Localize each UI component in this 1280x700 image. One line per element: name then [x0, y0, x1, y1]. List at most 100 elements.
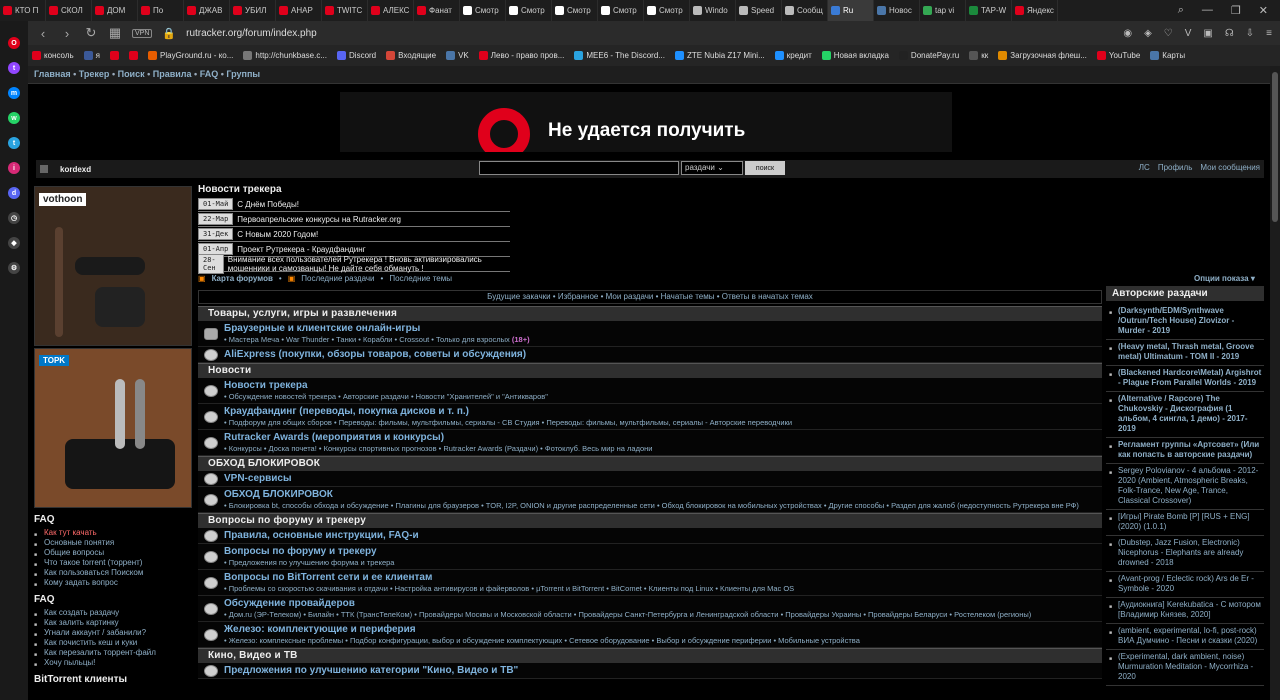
browser-tab[interactable]: ДОМ	[92, 0, 138, 21]
faq-link[interactable]: Как почистить кеш и куки	[34, 638, 194, 650]
bookmark-item[interactable]: VK	[446, 51, 469, 60]
back-icon[interactable]: ‹	[36, 26, 50, 41]
subforum-list[interactable]: • Железо: комплексные проблемы • Подбор …	[224, 636, 860, 645]
latest-releases-link[interactable]: Последние раздачи	[301, 274, 374, 283]
browser-tab[interactable]: Смотр	[506, 0, 552, 21]
subforum-list[interactable]: • Обсуждение новостей трекера • Авторски…	[224, 392, 548, 401]
discord-icon[interactable]: d	[8, 187, 20, 199]
author-release-link[interactable]: [Аудиокнига] Kerekubatica - С мотором [В…	[1106, 598, 1264, 624]
forum-title-link[interactable]: Rutracker Awards (мероприятия и конкурсы…	[224, 431, 1102, 444]
author-release-link[interactable]: Sergey Polovianov - 4 альбома - 2012-202…	[1106, 464, 1264, 510]
subforum-list[interactable]: • Проблемы со скоростью скачивания и отд…	[224, 584, 794, 593]
forum-title-link[interactable]: Вопросы по форуму и трекеру	[224, 545, 1102, 558]
forum-title-link[interactable]: VPN-сервисы	[224, 472, 1102, 485]
browser-tab[interactable]: Сообщ	[782, 0, 828, 21]
extensions-icon[interactable]: ◆	[8, 237, 20, 249]
topnav-link[interactable]: Правила	[153, 69, 192, 79]
topnav-link[interactable]: Поиск	[118, 69, 145, 79]
url-input[interactable]: rutracker.org/forum/index.php	[186, 28, 317, 39]
bookmark-item[interactable]	[110, 51, 119, 60]
news-link[interactable]: С Новым 2020 Годом!	[237, 230, 318, 239]
latest-topics-link[interactable]: Последние темы	[389, 274, 452, 283]
browser-tab[interactable]: АЛЕКС	[368, 0, 414, 21]
browser-tab[interactable]: Смотр	[644, 0, 690, 21]
forum-title-link[interactable]: AliExpress (покупки, обзоры товаров, сов…	[224, 348, 1102, 361]
bookmark-item[interactable]: кредит	[774, 51, 812, 60]
forum-title-link[interactable]: Браузерные и клиентские онлайн-игры	[224, 322, 1102, 335]
bookmark-item[interactable]: Входящие	[386, 51, 436, 60]
author-release-link[interactable]: (Experimental, dark ambient, noise) Murm…	[1106, 650, 1264, 686]
subforum-list[interactable]: • Дом.ru (ЭР-Телеком) • Билайн • ТТК (Тр…	[224, 610, 1031, 619]
username[interactable]: kordexd	[60, 165, 91, 174]
browser-tab[interactable]: Смотр	[598, 0, 644, 21]
maximize-icon[interactable]: ❐	[1231, 4, 1241, 17]
vk-icon[interactable]: V	[1185, 28, 1192, 39]
whatsapp-icon[interactable]: w	[8, 112, 20, 124]
author-release-link[interactable]: (Avant-prog / Eclectic rock) Ars de Er -…	[1106, 572, 1264, 598]
bookmark-item[interactable]: Карты	[1150, 51, 1185, 60]
browser-tab[interactable]: Speed	[736, 0, 782, 21]
browser-tab[interactable]: По	[138, 0, 184, 21]
bookmark-item[interactable]: Загрузочная флеш...	[998, 51, 1087, 60]
faq-link[interactable]: Что такое torrent (торрент)	[34, 558, 194, 570]
browser-tab[interactable]: АНАР	[276, 0, 322, 21]
browser-tab[interactable]: Новос	[874, 0, 920, 21]
category-header[interactable]: Новости	[198, 363, 1102, 378]
forum-title-link[interactable]: Новости трекера	[224, 379, 1102, 392]
faq-link[interactable]: Как залить картинку	[34, 618, 194, 630]
search-input[interactable]	[479, 161, 679, 175]
page-scrollbar[interactable]	[1270, 66, 1280, 700]
forward-icon[interactable]: ›	[60, 26, 74, 41]
browser-tab[interactable]: Windo	[690, 0, 736, 21]
history-icon[interactable]: ◷	[8, 212, 20, 224]
browser-tab[interactable]: КТО П	[0, 0, 46, 21]
faq-link[interactable]: Основные понятия	[34, 538, 194, 550]
bookmark-item[interactable]: DonatePay.ru	[898, 51, 959, 60]
faq-link[interactable]: Как перезалить торрент-файл	[34, 648, 194, 660]
news-link[interactable]: С Днём Победы!	[237, 200, 299, 209]
headphones-icon[interactable]: ☊	[1225, 28, 1234, 39]
heart-icon[interactable]: ♡	[1164, 28, 1173, 39]
forum-title-link[interactable]: Краудфандинг (переводы, покупка дисков и…	[224, 405, 1102, 418]
topnav-link[interactable]: Группы	[226, 69, 260, 79]
author-release-link[interactable]: [Игры] Pirate Bomb [P] [RUS + ENG] (2020…	[1106, 510, 1264, 536]
ad-image-vothoon[interactable]: vothoon	[34, 186, 192, 346]
news-link[interactable]: Проект Рутрекера - Краудфандинг	[237, 245, 365, 254]
author-release-link[interactable]: (Darksynth/EDM/Synthwave /Outrun/Tech Ho…	[1106, 304, 1264, 340]
vpn-badge[interactable]: VPN	[132, 28, 153, 38]
browser-tab[interactable]: TAP-W	[966, 0, 1012, 21]
speed-dial-icon[interactable]: ▦	[108, 25, 122, 41]
browser-tab[interactable]: УБИЛ	[230, 0, 276, 21]
forum-title-link[interactable]: Правила, основные инструкции, FAQ-и	[224, 529, 1102, 542]
forum-title-link[interactable]: Вопросы по BitTorrent сети и ее клиентам	[224, 571, 1102, 584]
instagram-icon[interactable]: i	[8, 162, 20, 174]
subforum-list[interactable]: • Мастера Меча • War Thunder • Танки • К…	[224, 335, 510, 344]
search-scope-select[interactable]: раздачи ⌄	[681, 161, 743, 175]
camera-icon[interactable]: ◉	[1123, 28, 1132, 39]
scrollbar-thumb[interactable]	[1272, 72, 1278, 222]
news-link[interactable]: Внимание всех пользователей Рутрекера ! …	[228, 255, 510, 273]
browser-tab[interactable]: ДЖАВ	[184, 0, 230, 21]
news-link[interactable]: Первоапрельские конкурсы на Rutracker.or…	[237, 215, 401, 224]
topnav-link[interactable]: Трекер	[79, 69, 110, 79]
browser-tab[interactable]: Ru	[828, 0, 874, 21]
bookmark-item[interactable]: кк	[969, 51, 988, 60]
settings-icon[interactable]: ⚙	[8, 262, 20, 274]
browser-tab[interactable]: Яндекс	[1012, 0, 1058, 21]
cube-icon[interactable]: ▣	[1203, 28, 1212, 39]
browser-tab[interactable]: СКОЛ	[46, 0, 92, 21]
author-release-link[interactable]: (Blackened Hardcore\Metal) Argishrot - P…	[1106, 366, 1264, 392]
topnav-link[interactable]: FAQ	[200, 69, 219, 79]
bookmark-item[interactable]: Discord	[337, 51, 376, 60]
category-header[interactable]: Вопросы по форуму и трекеру	[198, 513, 1102, 528]
forum-title-link[interactable]: Предложения по улучшению категории "Кино…	[224, 664, 1102, 677]
forum-title-link[interactable]: Железо: комплектующие и периферия	[224, 623, 1102, 636]
bookmark-item[interactable]: MEE6 - The Discord...	[574, 51, 665, 60]
close-window-icon[interactable]: ✕	[1259, 4, 1268, 17]
browser-tab[interactable]: Смотр	[460, 0, 506, 21]
minimize-icon[interactable]: —	[1202, 4, 1213, 17]
download-icon[interactable]: ⇩	[1246, 28, 1254, 39]
twitch-icon[interactable]: t	[8, 62, 20, 74]
topnav-link[interactable]: Главная	[34, 69, 71, 79]
bookmark-item[interactable]: PlayGround.ru - ко...	[148, 51, 233, 60]
